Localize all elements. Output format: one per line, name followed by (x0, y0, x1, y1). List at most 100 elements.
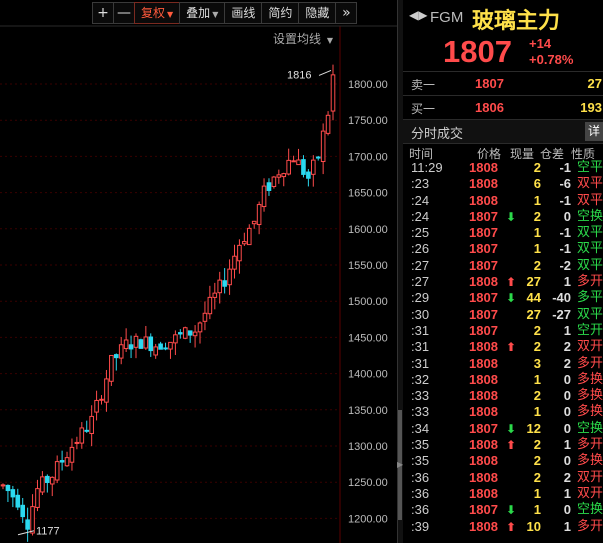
trade-row[interactable]: :39 1808 ⬆ 10 1 多开 (403, 519, 603, 535)
trade-oi: 1 (563, 485, 571, 501)
trade-row[interactable]: :27 1808 ⬆ 27 1 多开 (403, 274, 603, 290)
candle-body (286, 159, 291, 175)
trade-row[interactable]: :34 1807 ⬇ 12 0 空换 (403, 421, 603, 437)
switch-contract-icon[interactable]: ◀▶ (409, 8, 427, 22)
trade-nature: 双开 (576, 339, 603, 355)
trade-time: :24 (411, 208, 430, 224)
arrow-up-icon: ⬆ (506, 275, 517, 290)
trade-row[interactable]: :33 1808 2 0 多换 (403, 388, 603, 404)
trade-row[interactable]: :36 1808 1 1 双开 (403, 486, 603, 502)
price-axis-tick: 1250.00 (348, 477, 388, 489)
trade-time: :24 (411, 192, 430, 208)
candle-body (118, 344, 124, 359)
trade-price: 1807 (469, 290, 498, 306)
trade-row[interactable]: :25 1807 1 -1 双平 (403, 225, 603, 241)
quote-header: ◀▶ FGM 玻璃主力 1807 +14 +0.78% (403, 0, 603, 72)
adjust-dropdown[interactable]: 复权 ▼ (134, 2, 181, 24)
candle-body (197, 322, 203, 333)
price-axis-tick: 1350.00 (348, 405, 388, 417)
trade-row[interactable]: :26 1807 1 -1 双平 (403, 241, 603, 257)
trade-time: :34 (411, 420, 430, 436)
trade-volume: 1 (533, 192, 541, 208)
trade-row[interactable]: :31 1808 ⬆ 2 2 双开 (403, 339, 603, 355)
price-axis-tick: 1400.00 (348, 369, 388, 381)
trade-volume: 27 (526, 274, 541, 290)
simple-mode-button[interactable]: 简约 (261, 2, 300, 24)
trade-oi: 0 (563, 502, 571, 518)
candle-body (49, 476, 55, 485)
trade-volume: 2 (533, 322, 541, 338)
sell1-label: 卖一 (411, 78, 436, 92)
price-axis-tick: 1550.00 (348, 260, 388, 272)
contract-name: 玻璃主力 (472, 9, 561, 34)
trade-row[interactable]: :23 1808 6 -6 双平 (403, 176, 603, 192)
trade-row[interactable]: :36 1808 2 2 双开 (403, 470, 603, 486)
trades-list[interactable]: 11:29 1808 2 -1 空平:23 1808 6 -6 双平:24 1808 1 -1 双平:2… (403, 160, 603, 535)
candle-body (148, 336, 154, 352)
caret-down-icon: ▼ (326, 36, 333, 45)
trade-price: 1808 (469, 176, 498, 192)
kline-chart[interactable]: 1800.00 1750.00 1700.00 1650.00 1600.00 1550.… (0, 0, 397, 543)
trade-volume: 2 (533, 160, 541, 175)
candle-body (325, 114, 331, 134)
draw-line-button[interactable]: 画线 (224, 2, 263, 24)
trade-time: :32 (411, 371, 430, 387)
candlestick-canvas[interactable]: 1800.00 1750.00 1700.00 1650.00 1600.00 1550.… (0, 0, 397, 543)
candle-body (242, 241, 247, 245)
trade-price: 1808 (469, 371, 498, 387)
arrow-down-icon: ⬇ (506, 503, 517, 518)
ma-setting-dropdown[interactable]: 设置均线 ▼ (273, 30, 333, 47)
trade-price: 1807 (469, 420, 498, 436)
candle-body (163, 347, 168, 350)
trade-row[interactable]: :31 1808 3 2 多开 (403, 356, 603, 372)
trade-volume: 1 (533, 485, 541, 501)
candle-body (40, 476, 45, 493)
trade-row[interactable]: :30 1807 27 -27 双平 (403, 307, 603, 323)
trade-row[interactable]: :32 1808 1 0 多换 (403, 372, 603, 388)
trade-nature: 空换 (576, 420, 603, 436)
trades-title-bar: 分时成交 详 (403, 120, 603, 144)
trade-row[interactable]: :33 1808 1 0 多换 (403, 404, 603, 420)
trade-oi: -27 (552, 306, 571, 322)
more-icon[interactable]: » (335, 2, 358, 24)
trade-oi: 0 (563, 404, 571, 420)
trade-row[interactable]: :24 1807 ⬇ 2 0 空换 (403, 209, 603, 225)
trade-volume: 2 (533, 437, 541, 453)
trade-volume: 2 (533, 257, 541, 273)
hide-button[interactable]: 隐藏 (298, 2, 337, 24)
trade-time: :39 (411, 518, 430, 534)
candle-body (113, 354, 119, 359)
candle-body (276, 174, 282, 178)
trade-row[interactable]: :31 1807 2 1 空开 (403, 323, 603, 339)
candle-body (320, 130, 326, 163)
detail-button[interactable]: 详 (585, 122, 603, 141)
trade-row[interactable]: :24 1808 1 -1 双平 (403, 193, 603, 209)
sell1-volume: 27 (587, 76, 602, 91)
price-axis-tick: 1800.00 (348, 79, 388, 91)
price-axis-tick: 1300.00 (348, 441, 388, 453)
trade-price: 1808 (469, 339, 498, 355)
candle-body (227, 268, 232, 286)
trade-row[interactable]: :29 1807 ⬇ 44 -40 多平 (403, 290, 603, 306)
trade-row[interactable]: 11:29 1808 2 -1 空平 (403, 160, 603, 176)
trade-row[interactable]: :35 1808 ⬆ 2 1 多开 (403, 437, 603, 453)
candle-body (173, 334, 178, 344)
zoom-out-button[interactable]: — (113, 2, 135, 24)
candle-body (10, 489, 16, 498)
trade-oi: 0 (563, 371, 571, 387)
zoom-in-button[interactable]: + (92, 2, 114, 24)
trade-row[interactable]: :36 1807 ⬇ 1 0 空换 (403, 502, 603, 518)
candle-body (59, 460, 65, 463)
trades-column-header: 时间 价格 现量 仓差 性质 (403, 144, 603, 161)
candle-body (246, 227, 252, 246)
price-axis-tick: 1600.00 (348, 224, 388, 236)
trade-nature: 双平 (576, 176, 603, 192)
overlay-dropdown[interactable]: 叠加 ▼ (179, 2, 226, 24)
trade-time: :26 (411, 241, 430, 257)
trade-row[interactable]: :27 1807 2 -2 双平 (403, 258, 603, 274)
trade-row[interactable]: :35 1808 2 0 多换 (403, 453, 603, 469)
trade-time: :35 (411, 453, 430, 469)
trades-title: 分时成交 (411, 127, 464, 142)
candle-body (251, 220, 257, 225)
trade-oi: 2 (563, 469, 571, 485)
